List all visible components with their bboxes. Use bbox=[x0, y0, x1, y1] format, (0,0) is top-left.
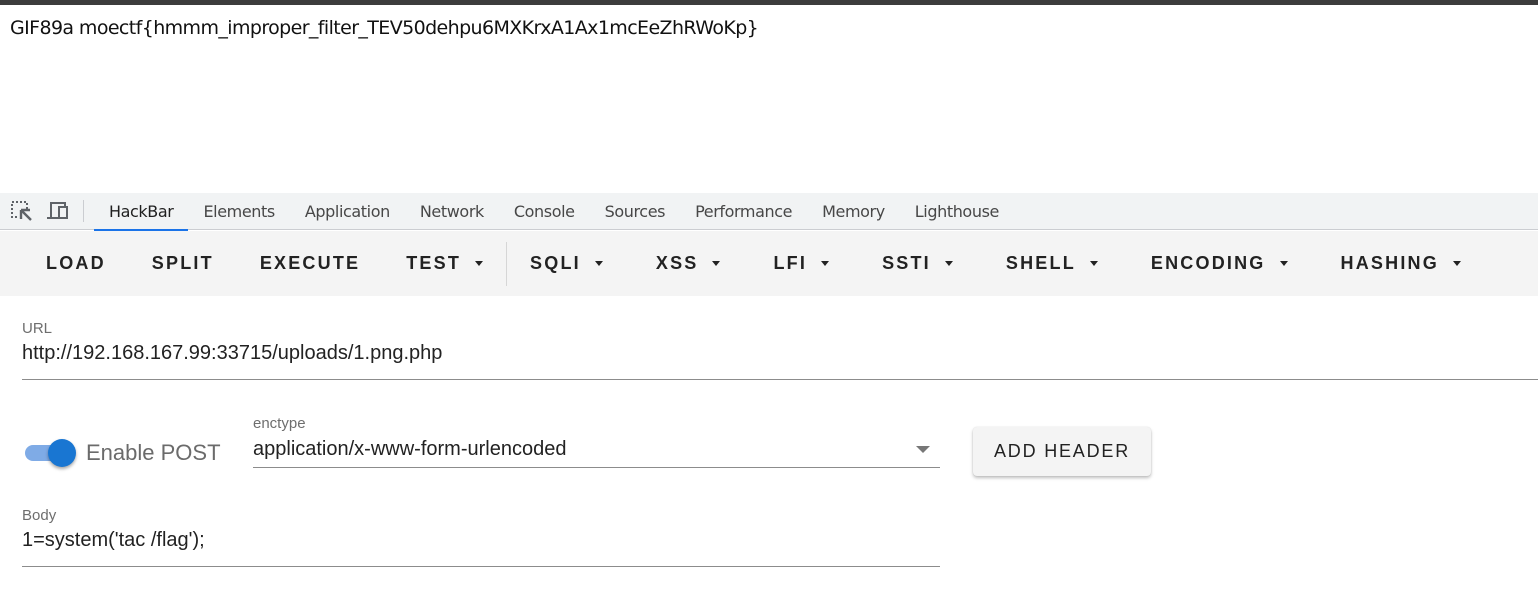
caret-down-icon bbox=[821, 261, 830, 266]
caret-down-icon bbox=[475, 261, 484, 266]
tab-memory[interactable]: Memory bbox=[807, 193, 900, 230]
tab-network[interactable]: Network bbox=[405, 193, 499, 230]
enable-post-label: Enable POST bbox=[86, 440, 221, 465]
split-button[interactable]: SPLIT bbox=[129, 242, 237, 286]
lfi-menu-label: LFI bbox=[773, 253, 808, 273]
tab-console[interactable]: Console bbox=[499, 193, 590, 230]
url-label: URL bbox=[22, 320, 53, 337]
caret-down-icon bbox=[944, 261, 953, 266]
tab-performance[interactable]: Performance bbox=[680, 193, 807, 230]
load-button-label: LOAD bbox=[46, 253, 106, 273]
add-header-button[interactable]: ADD HEADER bbox=[973, 427, 1151, 476]
test-menu-button[interactable]: TEST bbox=[383, 242, 506, 286]
enctype-underline bbox=[253, 467, 940, 468]
execute-button-label: EXECUTE bbox=[259, 253, 361, 273]
shell-menu-label: SHELL bbox=[1005, 253, 1076, 273]
enctype-label: enctype bbox=[253, 415, 306, 432]
browser-top-bar bbox=[0, 0, 1538, 5]
enctype-select[interactable]: application/x-www-form-urlencoded bbox=[253, 438, 903, 461]
devtools-tab-bar: HackBar Elements Application Network Con… bbox=[0, 193, 1538, 231]
ssti-menu-label: SSTI bbox=[882, 253, 931, 273]
inspect-element-icon[interactable] bbox=[9, 198, 35, 224]
hashing-menu-button[interactable]: HASHING bbox=[1311, 242, 1484, 286]
execute-button[interactable]: EXECUTE bbox=[237, 242, 383, 286]
split-button-label: SPLIT bbox=[151, 253, 214, 273]
hashing-menu-label: HASHING bbox=[1340, 253, 1439, 273]
url-underline bbox=[22, 379, 1538, 380]
tab-hackbar[interactable]: HackBar bbox=[94, 193, 189, 231]
url-input[interactable]: http://192.168.167.99:33715/uploads/1.pn… bbox=[22, 342, 1532, 365]
sqli-menu-button[interactable]: SQLI bbox=[507, 242, 626, 286]
xss-menu-label: XSS bbox=[655, 253, 699, 273]
body-underline bbox=[22, 566, 940, 567]
dropdown-arrow-icon[interactable] bbox=[916, 446, 930, 453]
tab-sources[interactable]: Sources bbox=[590, 193, 681, 230]
page-output-text: GIF89a moectf{hmmm_improper_filter_TEV50… bbox=[10, 17, 759, 39]
tab-lighthouse[interactable]: Lighthouse bbox=[900, 193, 1014, 230]
hackbar-toolbar: LOAD SPLIT EXECUTE TEST SQLI XSS LFI SST… bbox=[0, 231, 1538, 296]
tab-application[interactable]: Application bbox=[290, 193, 405, 230]
load-button[interactable]: LOAD bbox=[0, 242, 129, 286]
caret-down-icon bbox=[1452, 261, 1461, 266]
body-input[interactable]: 1=system('tac /flag'); bbox=[22, 529, 932, 552]
shell-menu-button[interactable]: SHELL bbox=[976, 242, 1121, 286]
tab-elements[interactable]: Elements bbox=[188, 193, 289, 230]
toggle-thumb bbox=[48, 439, 76, 467]
toolbar-separator bbox=[83, 200, 84, 222]
body-label: Body bbox=[22, 507, 57, 524]
encoding-menu-button[interactable]: ENCODING bbox=[1121, 242, 1311, 286]
test-menu-label: TEST bbox=[406, 253, 462, 273]
encoding-menu-label: ENCODING bbox=[1150, 253, 1266, 273]
caret-down-icon bbox=[594, 261, 603, 266]
ssti-menu-button[interactable]: SSTI bbox=[852, 242, 976, 286]
sqli-menu-label: SQLI bbox=[530, 253, 581, 273]
caret-down-icon bbox=[1279, 261, 1288, 266]
enable-post-toggle[interactable] bbox=[24, 438, 78, 468]
lfi-menu-button[interactable]: LFI bbox=[743, 242, 852, 286]
caret-down-icon bbox=[712, 261, 721, 266]
device-toolbar-icon[interactable] bbox=[45, 198, 71, 224]
caret-down-icon bbox=[1089, 261, 1098, 266]
xss-menu-button[interactable]: XSS bbox=[626, 242, 744, 286]
